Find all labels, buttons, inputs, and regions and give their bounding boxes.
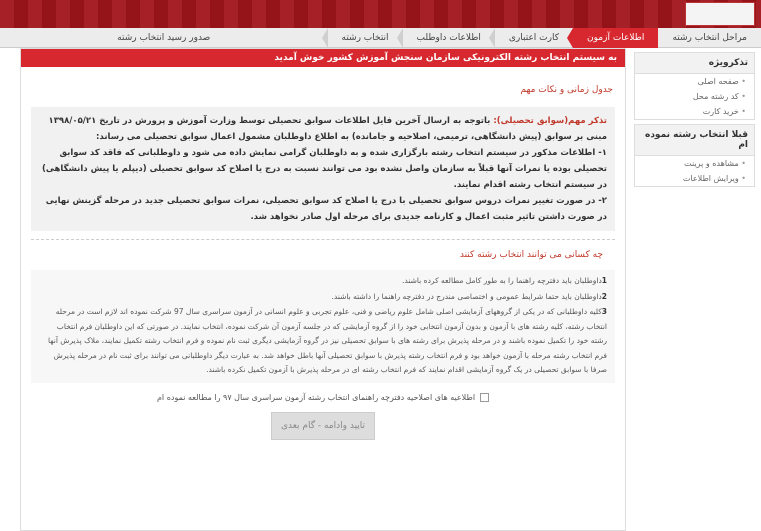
sidebar-item-home[interactable]: صفحه اصلی [635, 74, 754, 89]
step-credit-card[interactable]: کارت اعتباری [488, 28, 573, 48]
who-can-select-title: چه کسانی می توانند انتخاب رشته کنند [31, 239, 615, 266]
sidebar-block-notice: تذکرویژه صفحه اصلی کد رشته محل خرید کارت [634, 52, 755, 120]
sidebar-block-title: قبلا انتخاب رشته نموده ام [635, 125, 754, 156]
notice-point: ۱- اطلاعات مذکور در سیستم انتخاب رشته با… [42, 148, 607, 190]
agreement-row: اطلاعیه های اصلاحیه دفترچه راهنمای انتخا… [31, 392, 615, 402]
agreement-label: اطلاعیه های اصلاحیه دفترچه راهنمای انتخا… [156, 392, 476, 402]
list-item: 1داوطلبان باید دفترچه راهنما را به طور ک… [39, 274, 607, 289]
important-notice: تذکر مهم(سوابق تحصیلی): باتوجه به ارسال … [31, 107, 615, 231]
list-item: 3کلیه داوطلبانی که در یکی از گروههای آزم… [39, 305, 607, 378]
sidebar-item-view-print[interactable]: مشاهده و پرینت [635, 156, 754, 171]
rule-number: 1 [601, 276, 607, 285]
step-field-selection[interactable]: انتخاب رشته [321, 28, 403, 48]
sidebar-item-field-code[interactable]: کد رشته محل [635, 89, 754, 104]
organization-logo-icon [685, 2, 755, 26]
rule-number: 3 [601, 307, 607, 316]
sidebar: تذکرویژه صفحه اصلی کد رشته محل خرید کارت… [628, 48, 761, 531]
step-exam-info[interactable]: اطلاعات آزمون [567, 28, 659, 48]
sidebar-block-already-selected: قبلا انتخاب رشته نموده ام مشاهده و پرینت… [634, 124, 755, 187]
agreement-checkbox[interactable] [480, 392, 490, 402]
welcome-banner: به سیستم انتخاب رشته الکترونیکی سازمان س… [21, 49, 625, 67]
step-issue-receipt[interactable]: صدور رسید انتخاب رشته [0, 28, 328, 48]
rule-text: کلیه داوطلبانی که در یکی از گروههای آزما… [48, 307, 607, 374]
schedule-title: جدول زمانی و نکات مهم [520, 85, 613, 95]
list-item: 2داوطلبان باید حتما شرایط عمومی و اختصاص… [39, 290, 607, 305]
sidebar-item-edit-info[interactable]: ویرایش اطلاعات [635, 171, 754, 186]
sidebar-block-title: تذکرویژه [635, 53, 754, 74]
steps-bar: مراحل انتخاب رشته اطلاعات آزمون کارت اعت… [0, 28, 761, 48]
sidebar-item-buy-card[interactable]: خرید کارت [635, 104, 754, 119]
notice-highlight: تذکر مهم(سوابق تحصیلی): [493, 116, 607, 126]
rule-number: 2 [601, 291, 607, 301]
rules-list: 1داوطلبان باید دفترچه راهنما را به طور ک… [31, 270, 615, 383]
rule-text: داوطلبان باید حتما شرایط عمومی و اختصاصی… [331, 291, 602, 301]
confirm-next-button[interactable]: تایید وادامه - گام بعدی [271, 411, 375, 440]
step-selection-stages[interactable]: مراحل انتخاب رشته [652, 28, 761, 48]
step-candidate-info[interactable]: اطلاعات داوطلب [396, 28, 495, 48]
header-banner [0, 0, 761, 28]
main-content: به سیستم انتخاب رشته الکترونیکی سازمان س… [20, 48, 626, 531]
notice-point: ۲- در صورت تغییر نمرات دروس سوابق تحصیلی… [45, 196, 607, 222]
rule-text: داوطلبان باید دفترچه راهنما را به طور کا… [402, 276, 602, 285]
